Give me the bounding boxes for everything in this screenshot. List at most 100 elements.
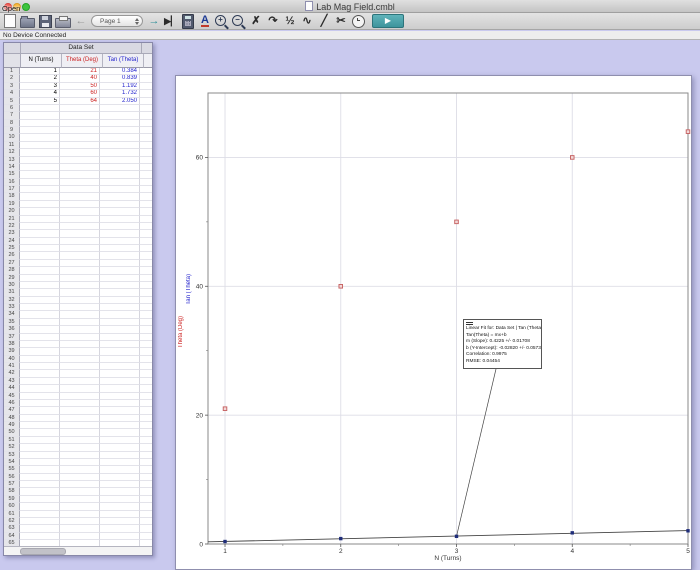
table-cell[interactable] bbox=[20, 370, 60, 378]
table-cell[interactable] bbox=[20, 436, 60, 445]
scrollbar-thumb[interactable] bbox=[20, 548, 66, 555]
linear-fit-button[interactable]: ╱ bbox=[317, 14, 331, 29]
table-row[interactable]: 61 bbox=[4, 510, 152, 518]
table-cell[interactable] bbox=[100, 296, 140, 304]
table-cell[interactable] bbox=[60, 163, 100, 172]
table-cell[interactable] bbox=[100, 326, 140, 334]
table-row[interactable]: 38 bbox=[4, 340, 152, 349]
table-cell[interactable] bbox=[100, 112, 140, 120]
table-cell[interactable] bbox=[100, 444, 140, 452]
table-cell[interactable] bbox=[20, 274, 60, 282]
table-cell[interactable] bbox=[100, 134, 140, 142]
zoom-out-button[interactable]: − bbox=[232, 14, 246, 29]
table-cell[interactable] bbox=[100, 363, 140, 371]
table-cell[interactable] bbox=[100, 171, 140, 179]
table-cell[interactable] bbox=[20, 481, 60, 489]
table-cell[interactable] bbox=[60, 488, 100, 496]
table-cell[interactable] bbox=[60, 444, 100, 452]
table-horizontal-scrollbar[interactable] bbox=[4, 546, 152, 555]
table-cell[interactable] bbox=[100, 385, 140, 393]
table-row[interactable]: 34 bbox=[4, 311, 152, 319]
table-cell[interactable]: 64 bbox=[60, 97, 100, 105]
table-cell[interactable] bbox=[20, 429, 60, 437]
table-row[interactable]: 53 bbox=[4, 451, 152, 459]
table-cell[interactable] bbox=[20, 444, 60, 452]
table-cell[interactable] bbox=[60, 525, 100, 533]
table-cell[interactable] bbox=[20, 407, 60, 415]
table-cell[interactable] bbox=[60, 215, 100, 223]
table-cell[interactable] bbox=[20, 245, 60, 253]
table-cell[interactable] bbox=[60, 399, 100, 408]
table-cell[interactable] bbox=[60, 517, 100, 526]
table-cell[interactable] bbox=[60, 392, 100, 400]
table-cell[interactable] bbox=[20, 281, 60, 290]
table-cell[interactable] bbox=[100, 355, 140, 363]
table-row[interactable]: 33 bbox=[4, 304, 152, 312]
table-cell[interactable] bbox=[20, 422, 60, 430]
table-cell[interactable] bbox=[60, 503, 100, 511]
table-cell[interactable] bbox=[20, 163, 60, 172]
table-row[interactable]: 28 bbox=[4, 267, 152, 275]
table-row[interactable]: 4 4 60 1.732 bbox=[4, 90, 152, 98]
table-row[interactable]: 42 bbox=[4, 370, 152, 378]
table-row[interactable]: 19 bbox=[4, 200, 152, 209]
table-cell[interactable] bbox=[100, 318, 140, 327]
table-row[interactable]: 51 bbox=[4, 436, 152, 445]
table-row[interactable]: 47 bbox=[4, 407, 152, 415]
table-cell[interactable] bbox=[100, 267, 140, 275]
table-cell[interactable] bbox=[60, 208, 100, 216]
table-cell[interactable] bbox=[100, 503, 140, 511]
table-cell[interactable] bbox=[100, 466, 140, 474]
table-cell[interactable] bbox=[20, 193, 60, 201]
table-cell[interactable] bbox=[60, 385, 100, 393]
table-row[interactable]: 36 bbox=[4, 326, 152, 334]
table-cell[interactable] bbox=[20, 119, 60, 127]
table-cell[interactable] bbox=[60, 119, 100, 127]
table-cell[interactable] bbox=[100, 208, 140, 216]
table-cell[interactable] bbox=[60, 149, 100, 157]
table-cell[interactable] bbox=[60, 289, 100, 297]
table-cell[interactable] bbox=[100, 259, 140, 268]
table-row[interactable]: 39 bbox=[4, 348, 152, 356]
table-cell[interactable] bbox=[60, 245, 100, 253]
table-cell[interactable] bbox=[100, 333, 140, 341]
table-cell[interactable] bbox=[100, 186, 140, 194]
table-cell[interactable] bbox=[20, 510, 60, 518]
table-cell[interactable] bbox=[60, 252, 100, 260]
table-row[interactable]: 12 bbox=[4, 149, 152, 157]
table-cell[interactable]: 21 bbox=[60, 68, 100, 76]
table-row[interactable]: 23 bbox=[4, 230, 152, 238]
table-cell[interactable] bbox=[60, 281, 100, 290]
table-cell[interactable] bbox=[60, 473, 100, 481]
table-cell[interactable] bbox=[60, 451, 100, 459]
table-cell[interactable]: 2.050 bbox=[100, 97, 140, 105]
statistics-button[interactable]: ½ bbox=[283, 14, 297, 29]
table-cell[interactable] bbox=[60, 333, 100, 341]
table-cell[interactable] bbox=[60, 436, 100, 445]
table-cell[interactable] bbox=[60, 222, 100, 231]
table-row[interactable]: 52 bbox=[4, 444, 152, 452]
table-cell[interactable] bbox=[20, 127, 60, 135]
table-cell[interactable] bbox=[20, 399, 60, 408]
curve-fit-button[interactable]: ✂ bbox=[334, 14, 348, 29]
table-cell[interactable] bbox=[100, 517, 140, 526]
table-cell[interactable] bbox=[100, 348, 140, 356]
graph-window[interactable]: 1 2 3 4 5 0 20 40 60 N (Turns) Theta (Deg) Tan (T… bbox=[175, 75, 692, 570]
table-cell[interactable] bbox=[20, 156, 60, 164]
table-cell[interactable] bbox=[100, 451, 140, 459]
table-row[interactable]: 5 5 64 2.050 bbox=[4, 97, 152, 105]
table-row[interactable]: 25 bbox=[4, 245, 152, 253]
table-cell[interactable] bbox=[60, 156, 100, 164]
table-cell[interactable] bbox=[100, 156, 140, 164]
table-cell[interactable] bbox=[20, 340, 60, 349]
table-cell[interactable] bbox=[60, 304, 100, 312]
table-row[interactable]: 62 bbox=[4, 517, 152, 526]
table-row[interactable]: 35 bbox=[4, 318, 152, 327]
table-row[interactable]: 18 bbox=[4, 193, 152, 201]
table-cell[interactable] bbox=[20, 517, 60, 526]
calculator-button[interactable] bbox=[181, 13, 195, 29]
table-cell[interactable] bbox=[60, 318, 100, 327]
table-row[interactable]: 50 bbox=[4, 429, 152, 437]
table-row[interactable]: 7 bbox=[4, 112, 152, 120]
table-cell[interactable] bbox=[100, 422, 140, 430]
